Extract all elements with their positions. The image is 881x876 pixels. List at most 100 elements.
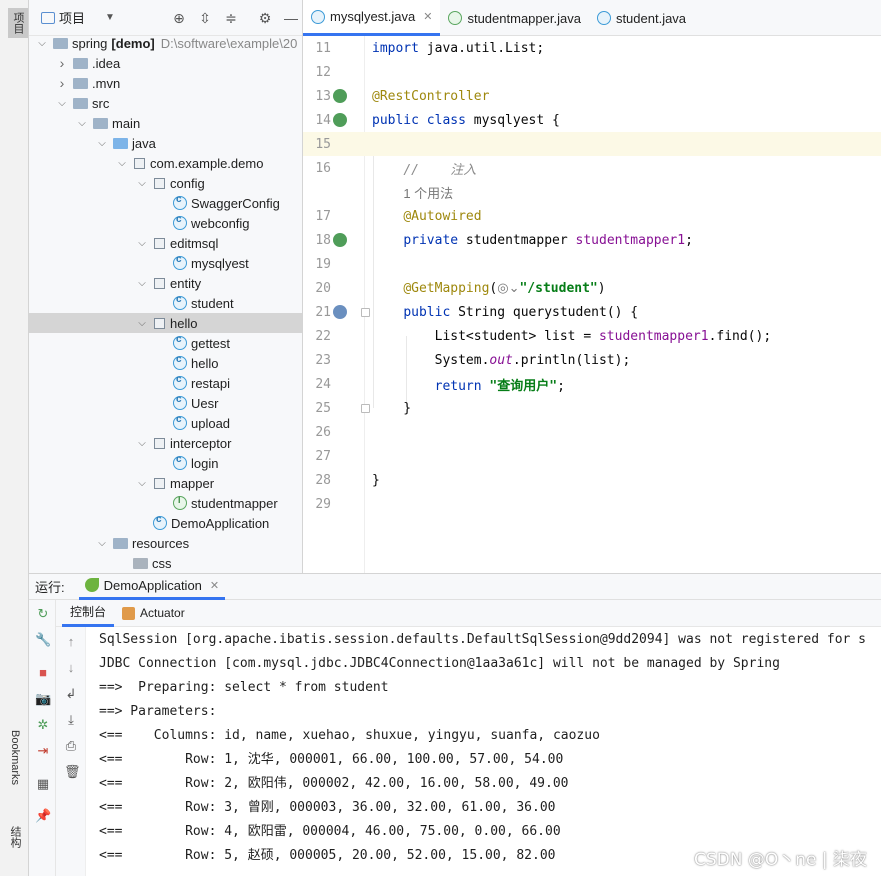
tree-item[interactable]: restapi — [29, 373, 302, 393]
tree-item[interactable]: studentmapper — [29, 493, 302, 513]
tree-item[interactable]: src — [29, 93, 302, 113]
bookmarks-tool-tab[interactable]: Bookmarks — [6, 730, 24, 785]
tree-item[interactable]: interceptor — [29, 433, 302, 453]
code-line[interactable]: 29 — [303, 492, 881, 516]
project-header-title[interactable]: 项目 — [59, 8, 85, 27]
chevron-down-icon[interactable]: ▼ — [105, 12, 115, 23]
editor-tab[interactable]: mysqlyest.java ✕ — [303, 0, 441, 36]
tree-item[interactable]: config — [29, 173, 302, 193]
print-icon[interactable]: ⎙ — [64, 739, 78, 753]
tree-item[interactable]: gettest — [29, 333, 302, 353]
code-line[interactable]: 11 import java.util.List; — [303, 36, 881, 60]
tree-item[interactable]: editmsql — [29, 233, 302, 253]
chevron-down-icon[interactable] — [135, 438, 149, 449]
tree-item[interactable]: java — [29, 133, 302, 153]
down-arrow-icon[interactable]: ↓ — [64, 661, 78, 675]
chevron-down-icon[interactable] — [35, 38, 49, 49]
up-arrow-icon[interactable]: ↑ — [64, 635, 78, 649]
tab-actuator[interactable]: Actuator — [114, 600, 193, 627]
chevron-down-icon[interactable] — [135, 318, 149, 329]
soft-wrap-icon[interactable]: ↲ — [64, 687, 78, 701]
stop-icon[interactable]: ■ — [35, 665, 51, 681]
locate-icon[interactable]: ⊕ — [171, 10, 187, 26]
code-line[interactable]: 12 — [303, 60, 881, 84]
tree-item[interactable]: DemoApplication — [29, 513, 302, 533]
wrench-icon[interactable]: 🔧 — [35, 632, 51, 648]
close-icon[interactable]: ✕ — [423, 10, 432, 23]
fold-marker-icon[interactable] — [361, 308, 370, 317]
chevron-down-icon[interactable] — [135, 178, 149, 189]
chevron-down-icon[interactable] — [95, 138, 109, 149]
chevron-down-icon[interactable] — [55, 98, 69, 109]
rerun-icon[interactable]: ↻ — [35, 606, 51, 622]
collapse-all-icon[interactable]: ≑ — [223, 10, 239, 26]
spring-bean-icon[interactable] — [333, 113, 347, 127]
chevron-right-icon[interactable] — [55, 55, 69, 71]
tree-item[interactable]: upload — [29, 413, 302, 433]
scroll-end-icon[interactable]: ⤓ — [64, 713, 78, 727]
code-line[interactable]: 26 — [303, 420, 881, 444]
tree-item[interactable]: css — [29, 553, 302, 573]
editor-tab[interactable]: student.java — [589, 0, 694, 36]
trash-icon[interactable]: 🗑 — [64, 765, 81, 779]
close-icon[interactable]: ✕ — [210, 579, 219, 592]
tree-item[interactable]: student — [29, 293, 302, 313]
code-line[interactable]: 17 @Autowired — [303, 204, 881, 228]
tree-item[interactable]: login — [29, 453, 302, 473]
code-line[interactable]: 28} — [303, 468, 881, 492]
layout-icon[interactable]: ▦ — [35, 776, 51, 792]
code-line[interactable]: 27 — [303, 444, 881, 468]
tree-item[interactable]: hello — [29, 313, 302, 333]
chevron-down-icon[interactable] — [135, 278, 149, 289]
chevron-down-icon[interactable] — [95, 538, 109, 549]
minimize-icon[interactable]: — — [283, 10, 299, 26]
tree-item[interactable]: resources — [29, 533, 302, 553]
tab-console[interactable]: 控制台 — [62, 600, 115, 627]
tree-item[interactable]: spring[demo] D:\software\example\20 — [29, 33, 302, 53]
code-line[interactable]: 19 — [303, 252, 881, 276]
exit-icon[interactable]: ⇥ — [35, 743, 51, 759]
tree-item[interactable]: mapper — [29, 473, 302, 493]
pin-icon[interactable]: 📌 — [35, 808, 51, 824]
tree-item[interactable]: SwaggerConfig — [29, 193, 302, 213]
camera-icon[interactable]: 📷 — [35, 691, 51, 707]
tree-item[interactable]: com.example.demo — [29, 153, 302, 173]
tree-item[interactable]: main — [29, 113, 302, 133]
chevron-down-icon[interactable] — [135, 478, 149, 489]
code-line[interactable]: 20 @GetMapping(◎⌄"/student") — [303, 276, 881, 300]
code-line[interactable]: 15 — [303, 132, 881, 156]
debug-icon[interactable]: ✲ — [35, 717, 51, 733]
code-line[interactable]: 25 } — [303, 396, 881, 420]
tree-item[interactable]: Uesr — [29, 393, 302, 413]
spring-bean-icon[interactable] — [333, 233, 347, 247]
code-line[interactable]: 24 return "查询用户"; — [303, 372, 881, 396]
chevron-down-icon[interactable] — [115, 158, 129, 169]
code-editor[interactable]: 11 import java.util.List; 12 13 @RestControl… — [303, 36, 881, 573]
code-line[interactable]: 22 List<student> list = studentmapper1.f… — [303, 324, 881, 348]
code-line[interactable]: 21 public String querystudent() { — [303, 300, 881, 324]
tree-item[interactable]: webconfig — [29, 213, 302, 233]
code-line[interactable]: 18 private studentmapper studentmapper1; — [303, 228, 881, 252]
project-tool-tab[interactable]: 项目 — [8, 8, 28, 38]
tree-item[interactable]: hello — [29, 353, 302, 373]
code-line[interactable]: 13 @RestController — [303, 84, 881, 108]
web-endpoint-icon[interactable] — [333, 305, 347, 319]
fold-marker-icon[interactable] — [361, 404, 370, 413]
spring-bean-icon[interactable] — [333, 89, 347, 103]
tree-item[interactable]: .idea — [29, 53, 302, 73]
tree-item[interactable]: .mvn — [29, 73, 302, 93]
chevron-right-icon[interactable] — [55, 75, 69, 91]
code-line[interactable]: 1 个用法 — [303, 180, 881, 204]
code-line[interactable]: 16 // 注入 — [303, 156, 881, 180]
editor-tab[interactable]: studentmapper.java — [440, 0, 588, 36]
code-line[interactable]: 14 public class mysqlyest { — [303, 108, 881, 132]
console-output[interactable]: SqlSession [org.apache.ibatis.session.de… — [86, 627, 881, 876]
chevron-down-icon[interactable] — [75, 118, 89, 129]
code-line[interactable]: 23 System.out.println(list); — [303, 348, 881, 372]
structure-tool-tab[interactable]: 结构 — [6, 826, 24, 848]
tree-item[interactable]: entity — [29, 273, 302, 293]
tree-item[interactable]: mysqlyest — [29, 253, 302, 273]
chevron-down-icon[interactable] — [135, 238, 149, 249]
gear-icon[interactable]: ⚙ — [257, 10, 273, 26]
run-tab-demoapplication[interactable]: DemoApplication ✕ — [78, 574, 226, 600]
